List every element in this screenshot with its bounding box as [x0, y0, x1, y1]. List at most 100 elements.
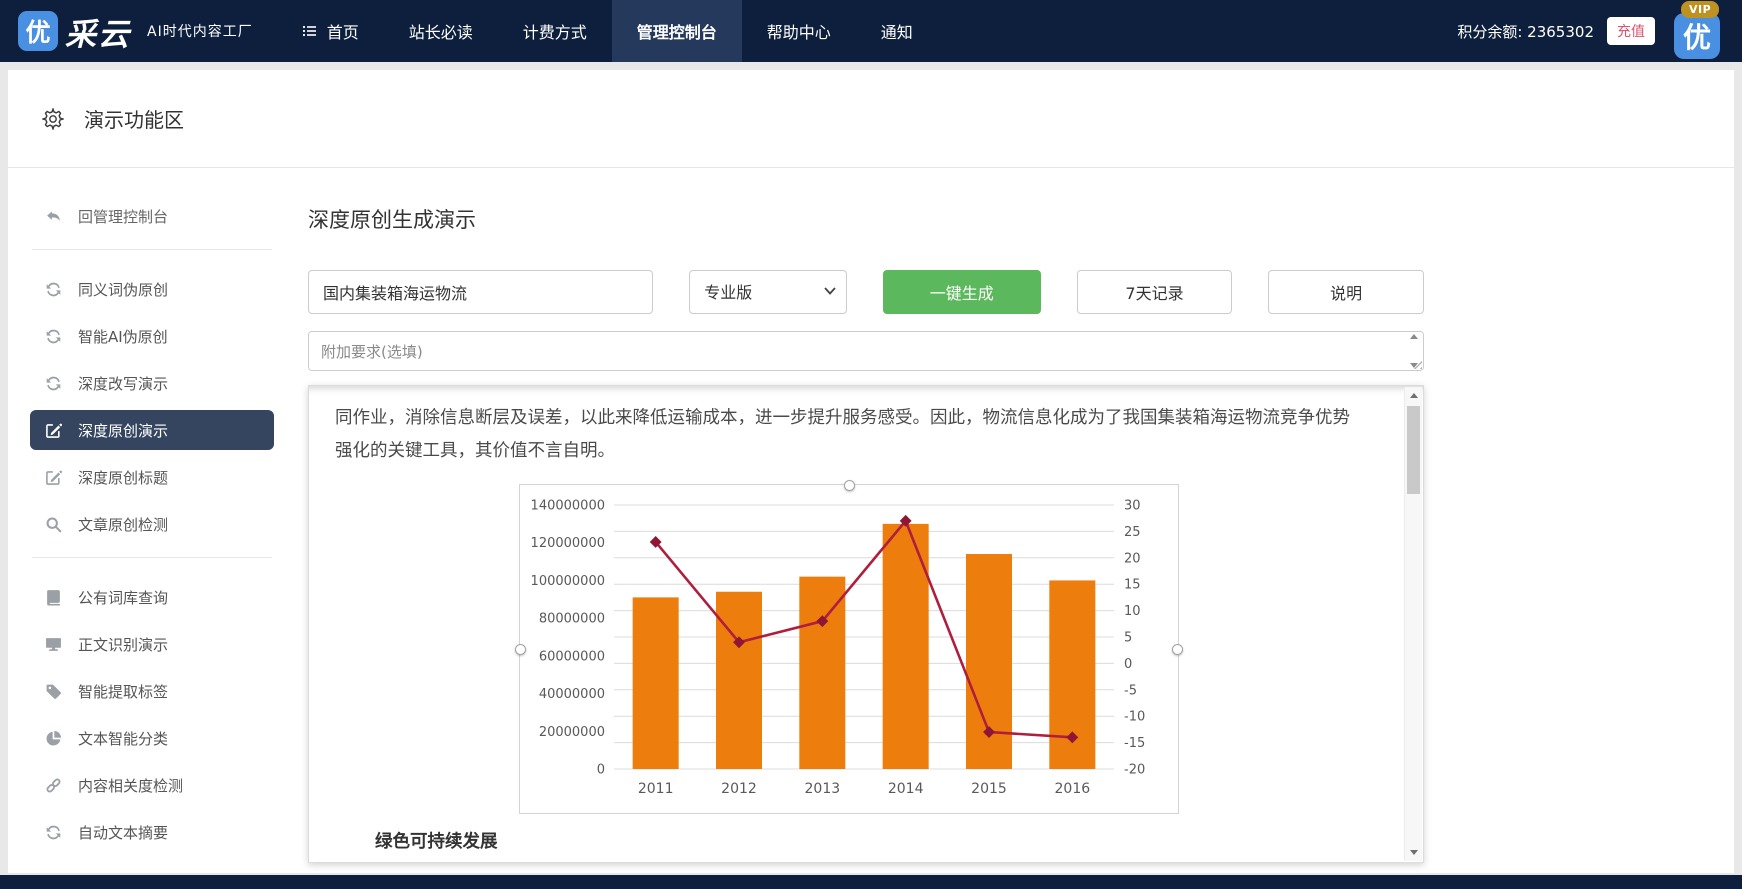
result-subheading: 绿色可持续发展 — [375, 828, 1363, 853]
app-window: { "topnav": { "logo": {"mark": "优", "nam… — [0, 0, 1742, 889]
nav-item-label: 站长必读 — [409, 19, 473, 43]
edit-icon — [44, 422, 62, 439]
sidebar-item-label: 同义词伪原创 — [78, 279, 168, 300]
vip-badge: VIP — [1681, 1, 1719, 18]
nav-item-label: 首页 — [327, 19, 359, 43]
sidebar-item-back-to-console[interactable]: 回管理控制台 — [30, 196, 274, 236]
sidebar-item-content-relevance-check[interactable]: 内容相关度检测 — [30, 765, 274, 805]
page-header: 演示功能区 — [8, 70, 1734, 168]
extra-requirements-textarea[interactable] — [308, 331, 1424, 371]
refresh-icon — [44, 375, 62, 392]
book-icon — [44, 589, 62, 606]
user-avatar[interactable]: 优 — [1674, 13, 1720, 59]
version-select[interactable]: 专业版 — [689, 270, 847, 314]
edit-icon — [44, 469, 62, 486]
scroll-up-icon[interactable] — [1410, 334, 1418, 339]
nav-item-pricing[interactable]: 计费方式 — [498, 0, 612, 62]
sidebar-item-text-classification[interactable]: 文本智能分类 — [30, 718, 274, 758]
sidebar-item-public-lexicon-query[interactable]: 公有词库查询 — [30, 577, 274, 617]
sidebar-item-synonym-rewrite[interactable]: 同义词伪原创 — [30, 269, 274, 309]
sidebar-item-label: 深度原创演示 — [78, 420, 168, 441]
logo-name: 采云 — [65, 9, 131, 54]
footer-bar — [0, 875, 1742, 889]
extra-requirements-row — [308, 331, 1424, 371]
refresh-icon — [44, 328, 62, 345]
nav-item-label: 通知 — [881, 19, 913, 43]
points-balance: 积分余额: 2365302 — [1457, 21, 1594, 42]
sidebar-item-label: 自动文本摘要 — [78, 822, 168, 843]
sidebar: 回管理控制台 同义词伪原创 智能AI伪原创 深度改写演示 — [8, 168, 296, 863]
nav-item-webmaster-guide[interactable]: 站长必读 — [384, 0, 498, 62]
refresh-icon — [44, 281, 62, 298]
sidebar-item-label: 深度改写演示 — [78, 373, 168, 394]
page-panel: 演示功能区 回管理控制台 同义词伪原创 智能AI伪原创 — [8, 70, 1734, 873]
app-logo[interactable]: 优 采云 — [18, 9, 131, 54]
svg-text:60000000: 60000000 — [539, 649, 605, 664]
search-icon — [44, 516, 62, 533]
nav-item-home[interactable]: 首页 — [277, 0, 384, 62]
nav-item-help[interactable]: 帮助中心 — [742, 0, 856, 62]
back-arrow-icon — [44, 208, 62, 225]
svg-text:20000000: 20000000 — [539, 725, 605, 740]
result-paragraph-partial: 伴随着全球环境保护意识的提升，绿色与可持续发展逐渐成为我国集装箱海运物流行业的核… — [335, 859, 1363, 863]
svg-text:30: 30 — [1124, 499, 1141, 514]
svg-text:15: 15 — [1124, 578, 1141, 593]
main-content: 深度原创生成演示 专业版 一键生成 7天记录 说明 — [296, 168, 1424, 863]
sidebar-item-deep-rewrite-demo[interactable]: 深度改写演示 — [30, 363, 274, 403]
user-avatar-wrap: 优 VIP — [1674, 13, 1720, 59]
nav-item-notifications[interactable]: 通知 — [856, 0, 938, 62]
combo-chart-svg: 0200000004000000060000000800000001000000… — [520, 485, 1178, 813]
content-title: 深度原创生成演示 — [308, 204, 1424, 234]
tag-icon — [44, 683, 62, 700]
combo-chart[interactable]: 0200000004000000060000000800000001000000… — [519, 484, 1179, 814]
svg-text:0: 0 — [597, 763, 605, 778]
nav-item-console[interactable]: 管理控制台 — [612, 0, 742, 62]
recharge-button[interactable]: 充值 — [1607, 17, 1655, 45]
keyword-input[interactable] — [308, 270, 653, 314]
sidebar-item-ai-rewrite[interactable]: 智能AI伪原创 — [30, 316, 274, 356]
list-icon — [302, 23, 318, 39]
svg-text:-10: -10 — [1124, 710, 1145, 725]
link-icon — [44, 777, 62, 794]
svg-text:-15: -15 — [1124, 736, 1145, 751]
svg-text:140000000: 140000000 — [531, 499, 605, 514]
scroll-down-arrow[interactable] — [1405, 844, 1422, 861]
sidebar-item-content-extraction-demo[interactable]: 正文识别演示 — [30, 624, 274, 664]
generate-button[interactable]: 一键生成 — [883, 270, 1041, 314]
gear-icon — [42, 108, 64, 130]
sidebar-item-label: 智能AI伪原创 — [78, 326, 168, 347]
sidebar-item-smart-tag-extraction[interactable]: 智能提取标签 — [30, 671, 274, 711]
nav-item-label: 计费方式 — [523, 19, 587, 43]
result-paragraph: 同作业，消除信息断层及误差，以此来降低运输成本，进一步提升服务感受。因此，物流信… — [335, 402, 1363, 468]
history-button[interactable]: 7天记录 — [1077, 270, 1233, 314]
nav-item-label: 帮助中心 — [767, 19, 831, 43]
svg-text:2014: 2014 — [888, 781, 924, 797]
selection-handle-right[interactable] — [1172, 644, 1183, 655]
svg-text:100000000: 100000000 — [531, 574, 605, 589]
sidebar-item-label: 文本智能分类 — [78, 728, 168, 749]
sidebar-divider — [32, 557, 272, 558]
top-nav: 优 采云 AI时代内容工厂 首页 站长必读 计费方式 管理控制台 帮助中心 通知 — [0, 0, 1742, 62]
result-scrollbar[interactable] — [1404, 387, 1422, 861]
pie-chart-icon — [44, 730, 62, 747]
svg-text:120000000: 120000000 — [531, 536, 605, 551]
sidebar-item-label: 智能提取标签 — [78, 681, 168, 702]
sidebar-item-label: 公有词库查询 — [78, 587, 168, 608]
sidebar-item-auto-summary[interactable]: 自动文本摘要 — [30, 812, 274, 852]
scroll-thumb[interactable] — [1407, 406, 1420, 494]
svg-text:2016: 2016 — [1055, 781, 1091, 797]
svg-text:40000000: 40000000 — [539, 687, 605, 702]
svg-text:-20: -20 — [1124, 763, 1145, 778]
svg-text:2012: 2012 — [721, 781, 757, 797]
sidebar-item-label: 正文识别演示 — [78, 634, 168, 655]
selection-handle-top[interactable] — [844, 480, 855, 491]
nav-menu: 首页 站长必读 计费方式 管理控制台 帮助中心 通知 — [277, 0, 938, 62]
svg-text:5: 5 — [1124, 631, 1132, 646]
sidebar-item-deep-original-title[interactable]: 深度原创标题 — [30, 457, 274, 497]
sidebar-item-originality-check[interactable]: 文章原创检测 — [30, 504, 274, 544]
sidebar-item-deep-original-demo[interactable]: 深度原创演示 — [30, 410, 274, 450]
selection-handle-left[interactable] — [515, 644, 526, 655]
help-button[interactable]: 说明 — [1268, 270, 1424, 314]
nav-right: 积分余额: 2365302 充值 优 VIP — [1457, 3, 1724, 59]
scroll-up-arrow[interactable] — [1405, 387, 1422, 404]
